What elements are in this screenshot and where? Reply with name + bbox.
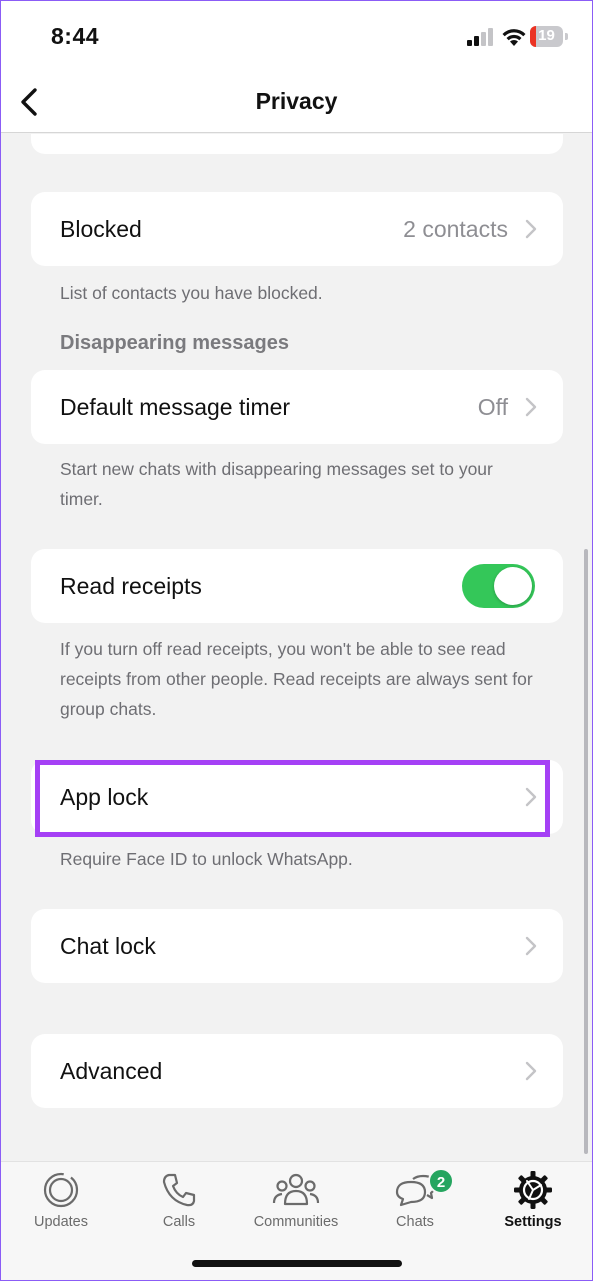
blocked-label: Blocked (60, 216, 142, 242)
chat-lock-label: Chat lock (60, 933, 156, 959)
read-receipts-row: Read receipts (31, 549, 563, 623)
scroll-indicator[interactable] (584, 549, 588, 1154)
chevron-right-icon (525, 219, 537, 239)
default-timer-row[interactable]: Default message timer Off (31, 370, 563, 444)
blocked-count: 2 contacts (403, 216, 508, 242)
wifi-icon (502, 29, 526, 46)
page-title: Privacy (255, 88, 338, 114)
tab-updates[interactable]: Updates (6, 1162, 116, 1242)
status-time: 8:44 (51, 23, 100, 49)
default-timer-label: Default message timer (60, 394, 291, 420)
app-lock-footnote: Require Face ID to unlock WhatsApp. (60, 849, 353, 869)
gear-icon (514, 1171, 552, 1209)
read-receipts-label: Read receipts (60, 573, 202, 599)
tab-communities[interactable]: Communities (241, 1162, 351, 1242)
section-header-disappearing: Disappearing messages (60, 332, 289, 354)
battery-icon: 19 (530, 26, 568, 47)
previous-card-bottom (31, 134, 563, 154)
toggle-knob (494, 567, 532, 605)
tab-label: Chats (396, 1214, 434, 1230)
tab-label: Communities (253, 1214, 339, 1230)
updates-icon (43, 1172, 79, 1208)
status-bar: 8:44 19 (1, 1, 592, 71)
chevron-right-icon (525, 397, 537, 417)
cellular-signal-icon (467, 28, 493, 46)
app-lock-row[interactable]: App lock (31, 760, 563, 834)
tab-label: Updates (33, 1214, 88, 1230)
screen: 8:44 19 Privacy Blocked 2 contacts List … (0, 0, 593, 1281)
tab-chats[interactable]: 2 Chats (360, 1162, 470, 1242)
tab-settings[interactable]: Settings (478, 1162, 588, 1242)
tab-label: Calls (162, 1214, 196, 1230)
chevron-right-icon (525, 1061, 537, 1081)
navigation-bar: Privacy (1, 71, 592, 133)
default-timer-value: Off (477, 394, 508, 420)
read-receipts-toggle[interactable] (462, 564, 535, 608)
tab-label: Settings (504, 1214, 562, 1230)
read-receipts-footnote: If you turn off read receipts, you won't… (60, 639, 533, 719)
home-indicator[interactable] (192, 1260, 402, 1267)
chevron-right-icon (525, 787, 537, 807)
app-lock-label: App lock (60, 784, 149, 810)
communities-icon (272, 1173, 320, 1206)
advanced-row[interactable]: Advanced (31, 1034, 563, 1108)
phone-icon (162, 1173, 196, 1207)
blocked-footnote: List of contacts you have blocked. (60, 283, 323, 303)
battery-level: 19 (538, 27, 555, 44)
chat-lock-row[interactable]: Chat lock (31, 909, 563, 983)
tab-calls[interactable]: Calls (124, 1162, 234, 1242)
chevron-right-icon (525, 936, 537, 956)
default-timer-footnote: Start new chats with disappearing messag… (60, 459, 493, 509)
unread-badge: 2 (428, 1168, 454, 1194)
blocked-row[interactable]: Blocked 2 contacts (31, 192, 563, 266)
advanced-label: Advanced (60, 1058, 163, 1084)
